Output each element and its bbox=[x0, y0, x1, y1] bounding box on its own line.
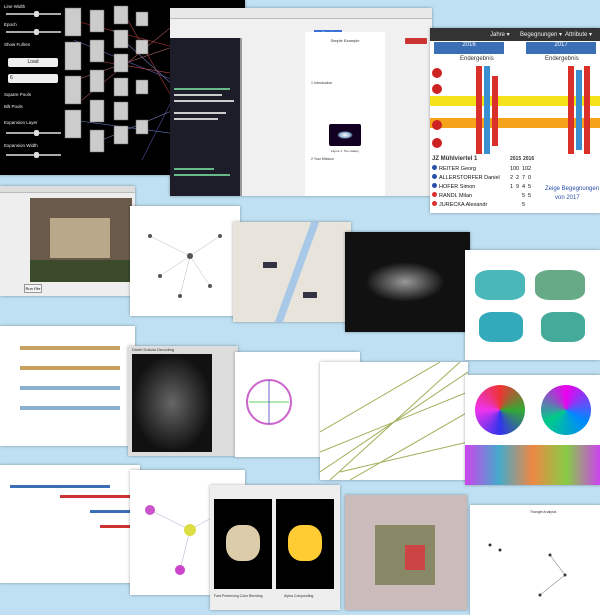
score-cell: 7 bbox=[522, 175, 526, 181]
score-cell: 0 bbox=[516, 166, 520, 172]
menu-attribute[interactable]: Attribute ▾ bbox=[565, 31, 592, 38]
score-cell: 5 bbox=[528, 193, 532, 199]
team-icon bbox=[432, 165, 437, 170]
player-name: RANDL Milan bbox=[439, 193, 473, 199]
sparse-graph bbox=[488, 543, 567, 597]
paper-editor-screenshot: Simple Example Simple Example 1 Introduc… bbox=[170, 8, 432, 196]
bilt-pools-label[interactable]: Bilt Pools bbox=[4, 104, 23, 109]
paper-title: Simple Example bbox=[330, 38, 360, 43]
expansion-width-slider[interactable] bbox=[6, 152, 61, 158]
player-name: JURECKA Alexandr bbox=[439, 202, 488, 208]
epoch-label: Epoch bbox=[4, 22, 17, 27]
code-editor[interactable] bbox=[170, 38, 240, 196]
gl-blending-screenshot: Fast-Preserving Color Blending Alpha Com… bbox=[210, 485, 340, 610]
terrain-views-screenshot bbox=[465, 250, 600, 360]
year-2016: 2016 bbox=[434, 42, 504, 54]
segmentation-screenshot bbox=[465, 375, 600, 485]
volume-render-screenshot: Dmitri Dokolo Decoding bbox=[128, 346, 238, 456]
player-row[interactable]: RANDL Milan 5 5 bbox=[432, 192, 542, 200]
show-fullres-label[interactable]: Show Fullres bbox=[4, 42, 30, 47]
pdf-page: Simple Example 1 Introduction Figure 1: … bbox=[305, 32, 385, 196]
section-mission: 2 Your Mission bbox=[311, 157, 334, 161]
menu-jahre[interactable]: Jahre ▾ bbox=[490, 31, 510, 38]
line-bundle-screenshot bbox=[320, 362, 468, 480]
score-cell: 0 bbox=[528, 175, 532, 181]
house-photo bbox=[30, 198, 132, 282]
galaxy-image bbox=[329, 124, 361, 146]
team-icon bbox=[432, 174, 437, 179]
square-pools-label[interactable]: Square Pools bbox=[4, 92, 31, 97]
line-width-label: Line Width bbox=[4, 4, 26, 9]
world-map-screenshot bbox=[345, 232, 470, 332]
year-2017: 2017 bbox=[526, 42, 596, 54]
expansion-width-label: Expansion Width bbox=[4, 143, 38, 148]
player-name: ALLERSTORFER Daniel bbox=[439, 175, 500, 181]
volume-title: Dmitri Dokolo Decoding bbox=[132, 347, 175, 352]
network-graph-screenshot bbox=[130, 206, 240, 316]
expansion-layer-label: Expansion Layer bbox=[4, 120, 38, 125]
player-row[interactable]: HOFER Simon 1 9 4 5 bbox=[432, 183, 542, 191]
player-name: HOFER Simon bbox=[439, 184, 476, 190]
section-introduction: 1 Introduction bbox=[311, 81, 333, 85]
score-cell: 5 bbox=[522, 193, 526, 199]
expansion-layer-slider[interactable] bbox=[6, 130, 61, 136]
team-icon bbox=[432, 201, 437, 206]
results-bars bbox=[430, 66, 600, 154]
menu-begegnungen[interactable]: Begegnungen ▾ bbox=[520, 31, 562, 38]
show-encounters-link[interactable]: Zeige Begegnungen bbox=[545, 186, 599, 192]
gui-dialog-screenshot: Run File bbox=[0, 186, 135, 296]
load-button[interactable]: Load bbox=[8, 58, 58, 67]
flow-chart-screenshot bbox=[0, 326, 135, 446]
player-row[interactable]: ALLERSTORFER Daniel 2 2 7 0 bbox=[432, 174, 542, 182]
endergebnis-right: Endergebnis bbox=[545, 56, 579, 62]
browser-bar bbox=[170, 8, 432, 19]
col-2015: 2015 bbox=[510, 156, 522, 162]
figure-caption: Figure 1: The Galaxy bbox=[331, 149, 359, 153]
show-encounters-year: von 2017 bbox=[555, 195, 580, 201]
player-name: REITER Georg bbox=[439, 166, 476, 172]
gantt-screenshot bbox=[0, 465, 140, 583]
score-cell: 5 bbox=[522, 202, 526, 208]
table-title: JZ Mühlviertel 1 bbox=[432, 156, 478, 162]
score-cell: 4 bbox=[522, 184, 526, 190]
score-cell: 2 bbox=[528, 166, 532, 172]
caption-left: Fast-Preserving Color Blending bbox=[214, 594, 263, 598]
score-cell: 2 bbox=[516, 175, 520, 181]
team-icon bbox=[432, 183, 437, 188]
score-cell: 9 bbox=[516, 184, 520, 190]
room-3d-screenshot bbox=[345, 495, 467, 610]
col-2016: 2016 bbox=[523, 156, 535, 162]
value-input[interactable]: 6 bbox=[8, 74, 58, 83]
epoch-slider[interactable] bbox=[6, 29, 61, 35]
map-screenshot bbox=[233, 222, 351, 322]
endergebnis-left: Endergebnis bbox=[460, 56, 494, 62]
network-graph bbox=[148, 234, 222, 298]
score-cell: 5 bbox=[528, 184, 532, 190]
team-icon bbox=[432, 192, 437, 197]
score-cell: 2 bbox=[510, 175, 514, 181]
top-menu-bar: Jahre ▾ Begegnungen ▾ Attribute ▾ bbox=[430, 28, 600, 41]
ski-results-screenshot: Jahre ▾ Begegnungen ▾ Attribute ▾ 2016 2… bbox=[430, 28, 600, 213]
circle-graph bbox=[246, 379, 292, 425]
line-width-slider[interactable] bbox=[6, 11, 61, 17]
sparse-graphs-screenshot: Triangle Analysis bbox=[470, 505, 600, 615]
run-button[interactable]: Run File bbox=[24, 284, 42, 293]
line-bundle bbox=[320, 362, 468, 480]
score-cell: 1 bbox=[510, 184, 514, 190]
caption-right: Alpha Compositing bbox=[284, 594, 314, 598]
player-row[interactable]: JURECKA Alexandr 5 bbox=[432, 201, 542, 209]
player-row[interactable]: REITER Georg 10 0 10 2 bbox=[432, 165, 542, 173]
